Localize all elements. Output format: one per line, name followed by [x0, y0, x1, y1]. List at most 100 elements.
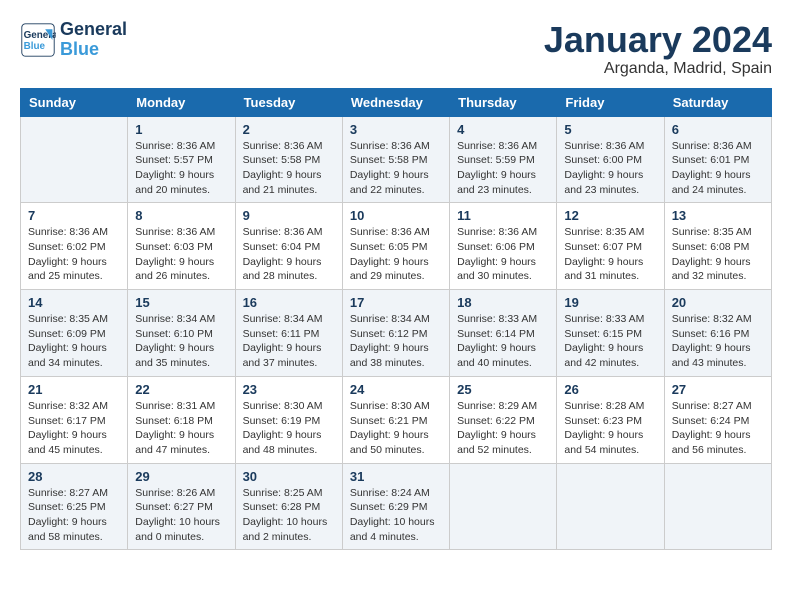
day-info: Sunrise: 8:32 AM Sunset: 6:17 PM Dayligh… [28, 399, 120, 458]
calendar-cell: 28Sunrise: 8:27 AM Sunset: 6:25 PM Dayli… [21, 463, 128, 550]
calendar-cell: 26 Sunrise: 8:28 AM Sunset: 6:23 PM Dayli… [557, 376, 664, 463]
page-header: General Blue GeneralBlue January 2024 Ar… [20, 20, 772, 78]
calendar-cell: 18Sunrise: 8:33 AM Sunset: 6:14 PM Dayli… [450, 290, 557, 377]
logo-text: GeneralBlue [60, 20, 127, 60]
calendar-cell: 24Sunrise: 8:30 AM Sunset: 6:21 PM Dayli… [342, 376, 449, 463]
day-number: 12 [564, 208, 656, 223]
calendar-cell: 13 Sunrise: 8:35 AM Sunset: 6:08 PM Dayli… [664, 203, 771, 290]
day-number: 25 [457, 382, 549, 397]
calendar-cell: 5 Sunrise: 8:36 AM Sunset: 6:00 PM Daylig… [557, 116, 664, 203]
calendar-cell: 16Sunrise: 8:34 AM Sunset: 6:11 PM Dayli… [235, 290, 342, 377]
day-number: 9 [243, 208, 335, 223]
calendar-table: SundayMondayTuesdayWednesdayThursdayFrid… [20, 88, 772, 551]
calendar-cell: 3 Sunrise: 8:36 AM Sunset: 5:58 PM Daylig… [342, 116, 449, 203]
day-number: 30 [243, 469, 335, 484]
day-info: Sunrise: 8:27 AM Sunset: 6:24 PM Dayligh… [672, 399, 764, 458]
weekday-header: Wednesday [342, 88, 449, 116]
day-number: 23 [243, 382, 335, 397]
calendar-week-row: 1 Sunrise: 8:36 AM Sunset: 5:57 PM Daylig… [21, 116, 772, 203]
calendar-cell: 9 Sunrise: 8:36 AM Sunset: 6:04 PM Daylig… [235, 203, 342, 290]
calendar-cell: 21 Sunrise: 8:32 AM Sunset: 6:17 PM Dayli… [21, 376, 128, 463]
calendar-cell: 2Sunrise: 8:36 AM Sunset: 5:58 PM Daylig… [235, 116, 342, 203]
day-info: Sunrise: 8:36 AM Sunset: 6:06 PM Dayligh… [457, 225, 549, 284]
weekday-header: Monday [128, 88, 235, 116]
day-number: 19 [564, 295, 656, 310]
calendar-cell: 6 Sunrise: 8:36 AM Sunset: 6:01 PM Daylig… [664, 116, 771, 203]
day-number: 26 [564, 382, 656, 397]
day-info: Sunrise: 8:30 AM Sunset: 6:19 PM Dayligh… [243, 399, 335, 458]
weekday-header: Saturday [664, 88, 771, 116]
calendar-cell: 19 Sunrise: 8:33 AM Sunset: 6:15 PM Dayli… [557, 290, 664, 377]
weekday-header: Friday [557, 88, 664, 116]
calendar-cell: 20 Sunrise: 8:32 AM Sunset: 6:16 PM Dayli… [664, 290, 771, 377]
location: Arganda, Madrid, Spain [544, 60, 772, 78]
day-number: 4 [457, 122, 549, 137]
calendar-cell: 8 Sunrise: 8:36 AM Sunset: 6:03 PM Daylig… [128, 203, 235, 290]
calendar-cell: 4 Sunrise: 8:36 AM Sunset: 5:59 PM Daylig… [450, 116, 557, 203]
calendar-week-row: 14 Sunrise: 8:35 AM Sunset: 6:09 PM Dayli… [21, 290, 772, 377]
logo: General Blue GeneralBlue [20, 20, 127, 60]
day-info: Sunrise: 8:35 AM Sunset: 6:08 PM Dayligh… [672, 225, 764, 284]
calendar-cell: 1 Sunrise: 8:36 AM Sunset: 5:57 PM Daylig… [128, 116, 235, 203]
calendar-cell [557, 463, 664, 550]
calendar-cell: 14 Sunrise: 8:35 AM Sunset: 6:09 PM Dayli… [21, 290, 128, 377]
day-info: Sunrise: 8:36 AM Sunset: 6:01 PM Dayligh… [672, 139, 764, 198]
calendar-week-row: 7 Sunrise: 8:36 AM Sunset: 6:02 PM Daylig… [21, 203, 772, 290]
day-number: 14 [28, 295, 120, 310]
day-number: 20 [672, 295, 764, 310]
day-info: Sunrise: 8:36 AM Sunset: 5:57 PM Dayligh… [135, 139, 227, 198]
weekday-header: Tuesday [235, 88, 342, 116]
day-info: Sunrise: 8:32 AM Sunset: 6:16 PM Dayligh… [672, 312, 764, 371]
calendar-week-row: 21 Sunrise: 8:32 AM Sunset: 6:17 PM Dayli… [21, 376, 772, 463]
day-info: Sunrise: 8:36 AM Sunset: 6:00 PM Dayligh… [564, 139, 656, 198]
day-info: Sunrise: 8:29 AM Sunset: 6:22 PM Dayligh… [457, 399, 549, 458]
calendar-cell: 31Sunrise: 8:24 AM Sunset: 6:29 PM Dayli… [342, 463, 449, 550]
day-number: 13 [672, 208, 764, 223]
day-info: Sunrise: 8:26 AM Sunset: 6:27 PM Dayligh… [135, 486, 227, 545]
day-number: 16 [243, 295, 335, 310]
day-number: 29 [135, 469, 227, 484]
day-info: Sunrise: 8:25 AM Sunset: 6:28 PM Dayligh… [243, 486, 335, 545]
calendar-cell [21, 116, 128, 203]
day-info: Sunrise: 8:36 AM Sunset: 5:58 PM Dayligh… [243, 139, 335, 198]
day-number: 1 [135, 122, 227, 137]
day-info: Sunrise: 8:28 AM Sunset: 6:23 PM Dayligh… [564, 399, 656, 458]
calendar-cell: 7 Sunrise: 8:36 AM Sunset: 6:02 PM Daylig… [21, 203, 128, 290]
day-info: Sunrise: 8:36 AM Sunset: 5:59 PM Dayligh… [457, 139, 549, 198]
day-info: Sunrise: 8:36 AM Sunset: 6:02 PM Dayligh… [28, 225, 120, 284]
day-number: 21 [28, 382, 120, 397]
day-info: Sunrise: 8:35 AM Sunset: 6:09 PM Dayligh… [28, 312, 120, 371]
calendar-cell: 15 Sunrise: 8:34 AM Sunset: 6:10 PM Dayli… [128, 290, 235, 377]
calendar-cell: 17Sunrise: 8:34 AM Sunset: 6:12 PM Dayli… [342, 290, 449, 377]
day-info: Sunrise: 8:31 AM Sunset: 6:18 PM Dayligh… [135, 399, 227, 458]
day-info: Sunrise: 8:36 AM Sunset: 6:03 PM Dayligh… [135, 225, 227, 284]
day-info: Sunrise: 8:33 AM Sunset: 6:14 PM Dayligh… [457, 312, 549, 371]
title-block: January 2024 Arganda, Madrid, Spain [544, 20, 772, 78]
calendar-cell: 23 Sunrise: 8:30 AM Sunset: 6:19 PM Dayli… [235, 376, 342, 463]
calendar-cell: 10 Sunrise: 8:36 AM Sunset: 6:05 PM Dayli… [342, 203, 449, 290]
day-number: 7 [28, 208, 120, 223]
calendar-cell: 12Sunrise: 8:35 AM Sunset: 6:07 PM Dayli… [557, 203, 664, 290]
day-number: 5 [564, 122, 656, 137]
calendar-cell: 29 Sunrise: 8:26 AM Sunset: 6:27 PM Dayli… [128, 463, 235, 550]
day-number: 31 [350, 469, 442, 484]
day-number: 3 [350, 122, 442, 137]
svg-text:Blue: Blue [24, 41, 46, 52]
day-number: 10 [350, 208, 442, 223]
calendar-cell: 25 Sunrise: 8:29 AM Sunset: 6:22 PM Dayli… [450, 376, 557, 463]
day-info: Sunrise: 8:36 AM Sunset: 6:04 PM Dayligh… [243, 225, 335, 284]
day-number: 11 [457, 208, 549, 223]
month-title: January 2024 [544, 20, 772, 60]
day-info: Sunrise: 8:34 AM Sunset: 6:12 PM Dayligh… [350, 312, 442, 371]
calendar-cell: 30 Sunrise: 8:25 AM Sunset: 6:28 PM Dayli… [235, 463, 342, 550]
day-info: Sunrise: 8:36 AM Sunset: 5:58 PM Dayligh… [350, 139, 442, 198]
day-number: 6 [672, 122, 764, 137]
calendar-cell: 27Sunrise: 8:27 AM Sunset: 6:24 PM Dayli… [664, 376, 771, 463]
day-info: Sunrise: 8:33 AM Sunset: 6:15 PM Dayligh… [564, 312, 656, 371]
weekday-header-row: SundayMondayTuesdayWednesdayThursdayFrid… [21, 88, 772, 116]
day-info: Sunrise: 8:36 AM Sunset: 6:05 PM Dayligh… [350, 225, 442, 284]
day-info: Sunrise: 8:34 AM Sunset: 6:10 PM Dayligh… [135, 312, 227, 371]
day-number: 15 [135, 295, 227, 310]
day-number: 8 [135, 208, 227, 223]
weekday-header: Thursday [450, 88, 557, 116]
